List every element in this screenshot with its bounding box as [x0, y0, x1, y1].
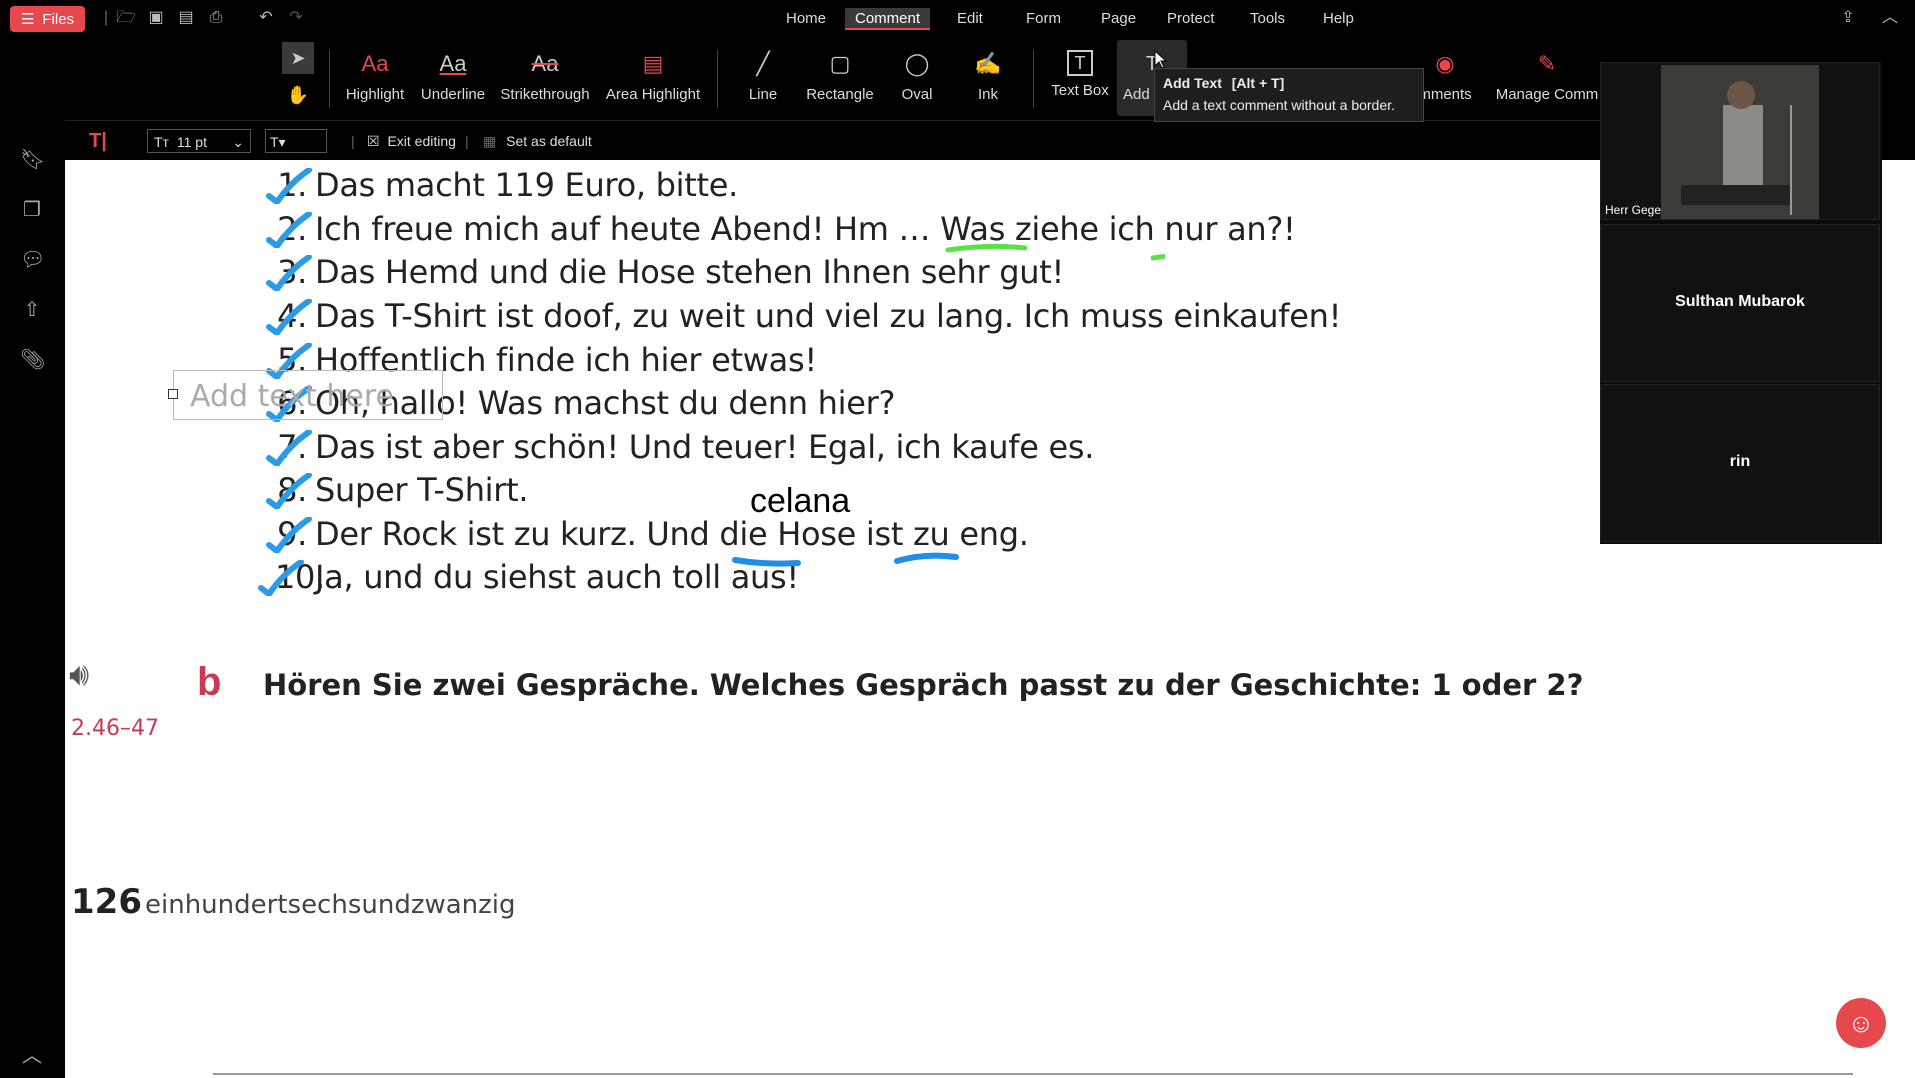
oval-tool[interactable]: ◯ Oval [892, 46, 942, 116]
page-number-word: einhundertsechsundzwanzig [145, 890, 516, 920]
audio-track-number: 2.46–47 [71, 716, 159, 741]
participant-name: Herr Gege [1605, 203, 1662, 217]
participant-name: rin [1729, 453, 1751, 470]
highlight-tool[interactable]: Aa Highlight [343, 46, 407, 116]
print-icon[interactable]: ⎙ [206, 8, 226, 28]
text-box-icon: T [1067, 50, 1093, 76]
strikethrough-icon: Aa [531, 51, 559, 76]
undo-icon[interactable]: ↶ [256, 8, 276, 28]
ribbon-separator [329, 50, 330, 108]
section-instruction: Hören Sie zwei Gespräche. Welches Gesprä… [263, 668, 1584, 702]
set-as-default-button[interactable]: ▦ Set as default [483, 129, 592, 153]
underline-tool[interactable]: Aa Underline [418, 46, 488, 116]
menu-page[interactable]: Page [1091, 8, 1146, 30]
share-icon[interactable]: ⇪ [1838, 8, 1858, 28]
rectangle-icon: ▢ [829, 51, 851, 76]
manage-comments-icon: ✎ [1537, 51, 1557, 76]
exit-editing-button[interactable]: ☒ Exit editing [367, 129, 456, 153]
default-icon: ▦ [483, 133, 497, 149]
menu-edit[interactable]: Edit [947, 8, 993, 30]
pointer-icon: ➤ [290, 48, 306, 68]
audio-speaker-icon[interactable]: 🔊︎ [69, 656, 89, 694]
text-color-select[interactable]: T▾ [265, 129, 327, 153]
comments-icon[interactable]: 💬︎ [20, 248, 45, 272]
attachment-icon[interactable]: 📎︎ [20, 348, 45, 372]
files-label: Files [42, 10, 75, 28]
page-divider [213, 1073, 1853, 1075]
font-size-value: 11 pt [176, 134, 207, 150]
page-number: 126 [71, 882, 142, 922]
bookmark-icon[interactable]: 🔖︎ [20, 148, 45, 172]
files-button[interactable]: ☰ Files [10, 6, 85, 32]
video-tile-rin[interactable]: rin [1600, 384, 1880, 542]
strikethrough-tool[interactable]: Aa Strikethrough [498, 46, 592, 116]
text-format-icon: T| [89, 130, 107, 152]
chevron-down-icon: ⌄ [232, 134, 244, 150]
menu-form[interactable]: Form [1016, 8, 1071, 30]
area-highlight-icon: ▤ [642, 51, 664, 76]
add-text-tooltip: Add Text [Alt + T] Add a text comment wi… [1154, 68, 1424, 122]
menu-protect[interactable]: Protect [1157, 8, 1225, 30]
save-as-icon[interactable]: ▤ [176, 8, 196, 28]
video-tile-herr-gege[interactable]: Herr Gege [1600, 62, 1880, 220]
ribbon-separator [717, 50, 718, 108]
video-tile-sulthan[interactable]: Sulthan Mubarok [1600, 224, 1880, 382]
video-call-panel: Herr Gege Sulthan Mubarok rin [1600, 62, 1882, 544]
section-letter: b [197, 660, 222, 704]
underline-mark-blue [894, 552, 959, 564]
save-icon[interactable]: ▣ [146, 8, 166, 28]
tooltip-description: Add a text comment without a border. [1163, 97, 1395, 113]
tooltip-title: Add Text [1163, 75, 1222, 91]
line-tool[interactable]: ╱ Line [738, 46, 788, 116]
close-box-icon: ☒ [367, 133, 380, 149]
separator: | [351, 133, 355, 149]
hand-icon: ✋ [286, 85, 310, 105]
mouse-cursor-icon [1154, 50, 1168, 69]
select-tool[interactable]: ➤ [282, 42, 314, 74]
underline-mark-green [945, 243, 1028, 253]
separator: | [103, 9, 109, 26]
ribbon-separator [1033, 50, 1034, 108]
text-box-tool[interactable]: T Text Box [1048, 46, 1112, 116]
text-color-icon: T▾ [270, 134, 286, 150]
participant-name: Sulthan Mubarok [1675, 293, 1805, 310]
highlight-icon: Aa [361, 51, 389, 76]
export-icon[interactable]: ⇧ [20, 298, 44, 322]
open-icon[interactable]: 🗁 [116, 8, 136, 28]
ink-icon: ✍ [974, 51, 1002, 76]
assistant-chat-icon[interactable]: ☺ [1836, 998, 1886, 1048]
manage-comments-tool[interactable]: ✎ Manage Comm [1494, 46, 1600, 116]
menu-help[interactable]: Help [1313, 8, 1364, 30]
chevron-up-icon[interactable]: ︿ [20, 1044, 44, 1068]
underline-mark-green [1150, 254, 1165, 261]
format-bar: T| Tт 11 pt ⌄ T▾ | ☒ Exit editing | ▦ Se… [65, 120, 1600, 160]
participant-video [1661, 65, 1819, 219]
line-icon: ╱ [756, 51, 770, 76]
menu-comment[interactable]: Comment [845, 8, 931, 30]
ink-tool[interactable]: ✍ Ink [968, 46, 1008, 116]
font-size-select[interactable]: Tт 11 pt ⌄ [147, 129, 251, 153]
underline-icon: Aa [439, 51, 467, 76]
underline-mark-blue [732, 557, 801, 567]
menu-home[interactable]: Home [776, 8, 836, 30]
left-sidebar: 🔖︎ ❐ 💬︎ ⇧ 📎︎ ︿ [0, 120, 65, 1078]
hamburger-icon: ☰ [20, 11, 35, 28]
oval-icon: ◯ [904, 51, 930, 76]
participant-figure [1661, 65, 1819, 219]
collapse-ribbon-icon[interactable]: ︿ [1880, 8, 1900, 28]
menu-tools[interactable]: Tools [1240, 8, 1295, 30]
top-bar: ☰ Files | 🗁 ▣ ▤ ⎙ ↶ ↷ Home Comment Edit … [0, 0, 1915, 36]
font-size-icon: Tт [154, 134, 169, 150]
area-highlight-tool[interactable]: ▤ Area Highlight [603, 46, 703, 116]
pages-icon[interactable]: ❐ [20, 198, 44, 222]
separator: | [465, 133, 469, 149]
rectangle-tool[interactable]: ▢ Rectangle [802, 46, 878, 116]
redo-icon[interactable]: ↷ [286, 8, 306, 28]
annotation-marks [732, 243, 1165, 567]
hand-tool[interactable]: ✋ [282, 80, 314, 110]
tooltip-shortcut: [Alt + T] [1231, 75, 1285, 91]
